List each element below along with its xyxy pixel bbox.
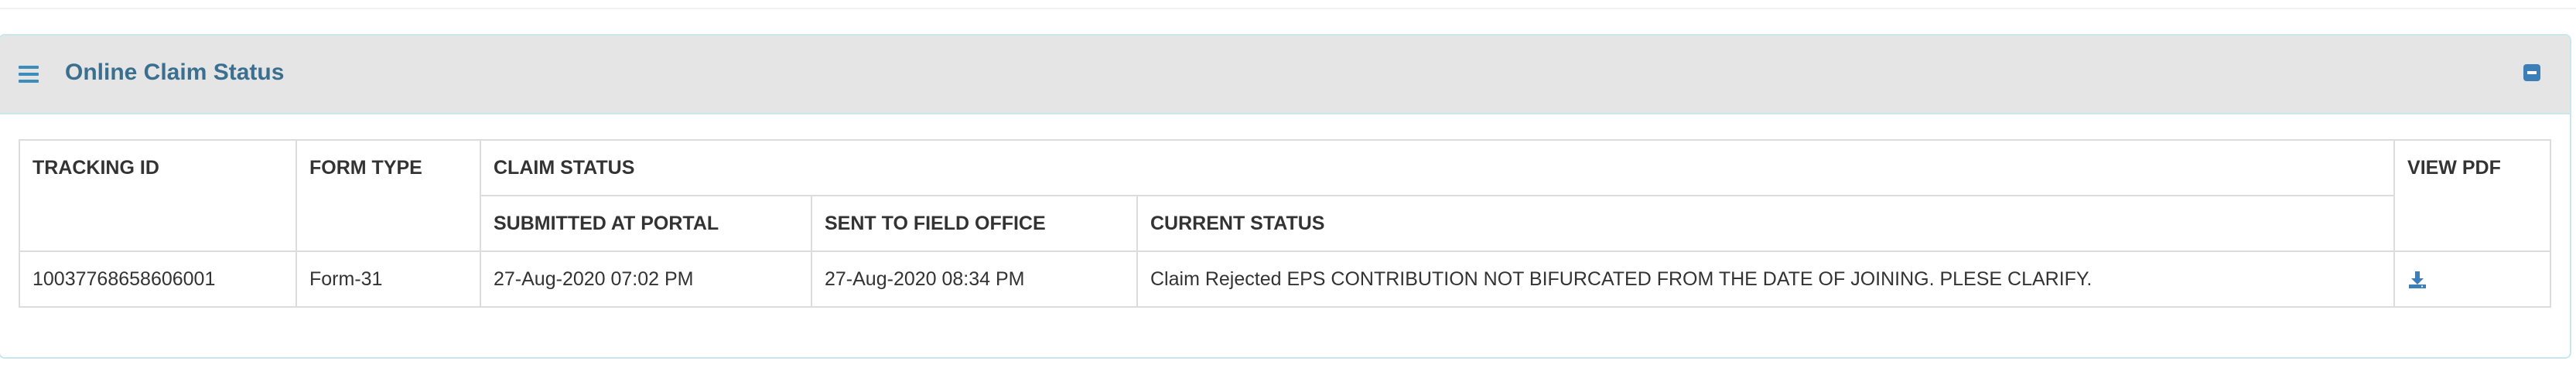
download-icon[interactable]: [2407, 270, 2427, 290]
header-tracking-id: TRACKING ID: [19, 139, 297, 252]
cell-current-status: Claim Rejected EPS CONTRIBUTION NOT BIFU…: [1136, 250, 2396, 308]
cell-tracking-id: 10037768658606001: [19, 250, 297, 308]
header-sent-to-field-office: SENT TO FIELD OFFICE: [811, 195, 1138, 252]
header-view-pdf: VIEW PDF: [2393, 139, 2552, 252]
cell-submitted-at-portal: 27-Aug-2020 07:02 PM: [480, 250, 812, 308]
header-current-status: CURRENT STATUS: [1136, 195, 2396, 252]
cell-sent-to-field-office: 27-Aug-2020 08:34 PM: [811, 250, 1138, 308]
panel-title: Online Claim Status: [65, 60, 285, 85]
header-claim-status: CLAIM STATUS: [479, 139, 2396, 196]
header-form-type: FORM TYPE: [296, 139, 481, 252]
cell-form-type: Form-31: [296, 250, 481, 308]
top-strip: [0, 0, 2576, 9]
collapse-button[interactable]: [2523, 64, 2540, 81]
panel-header: Online Claim Status: [0, 36, 2570, 114]
table-row: 10037768658606001 Form-31 27-Aug-2020 07…: [19, 250, 2552, 308]
claims-table: TRACKING ID FORM TYPE CLAIM STATUS VIEW …: [19, 139, 2552, 308]
claim-status-panel: Online Claim Status TRACKING ID FORM TYP…: [0, 34, 2571, 359]
hamburger-icon[interactable]: [19, 66, 39, 83]
cell-view-pdf: [2393, 250, 2552, 308]
header-submitted-at-portal: SUBMITTED AT PORTAL: [480, 195, 812, 252]
